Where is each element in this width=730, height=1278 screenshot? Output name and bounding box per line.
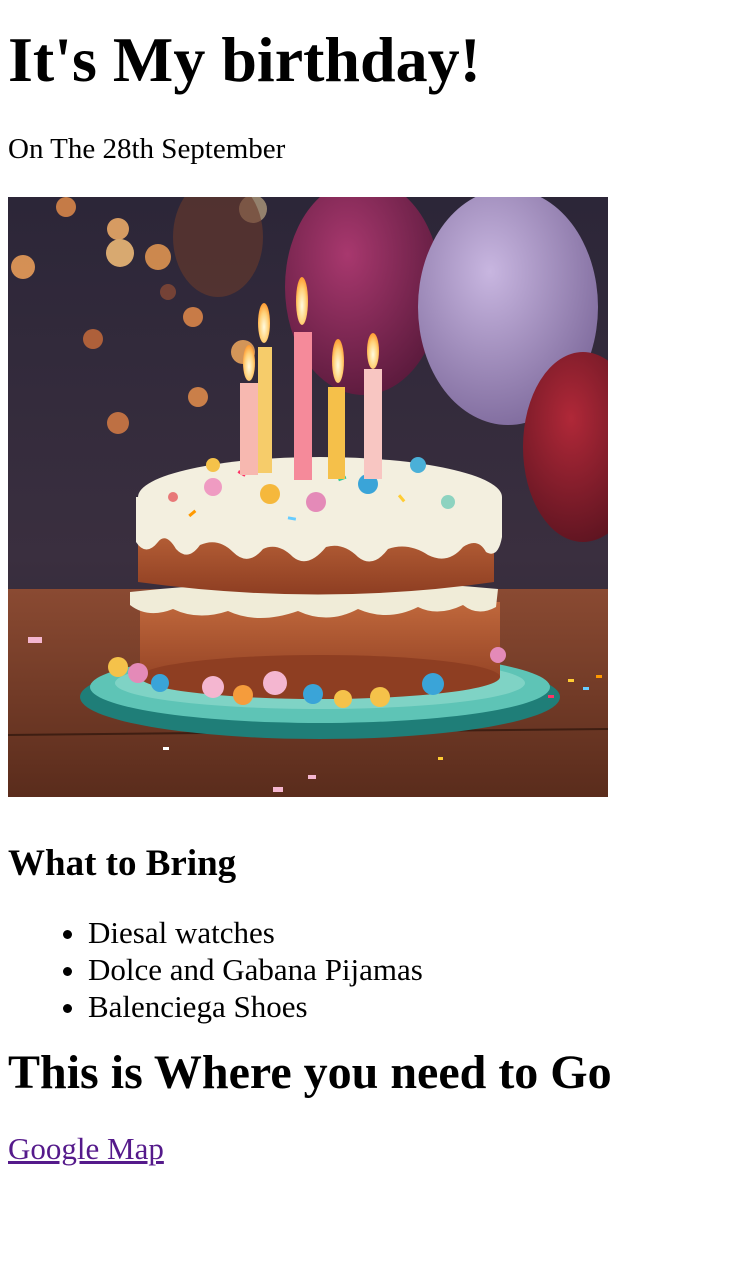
birthday-cake-image: [8, 197, 608, 797]
list-item: Diesal watches: [88, 914, 722, 951]
event-date: On The 28th September: [8, 133, 286, 165]
list-item: Dolce and Gabana Pijamas: [88, 951, 722, 988]
bring-list: Diesal watches Dolce and Gabana Pijamas …: [8, 914, 722, 1025]
location-heading: This is Where you need to Go: [8, 1046, 612, 1099]
page-title: It's My birthday!: [8, 24, 481, 95]
google-map-link[interactable]: Google Map: [8, 1131, 164, 1167]
page: It's My birthday! On The 28th September: [0, 0, 730, 1167]
bring-heading: What to Bring: [8, 843, 237, 884]
list-item: Balenciega Shoes: [88, 988, 722, 1025]
